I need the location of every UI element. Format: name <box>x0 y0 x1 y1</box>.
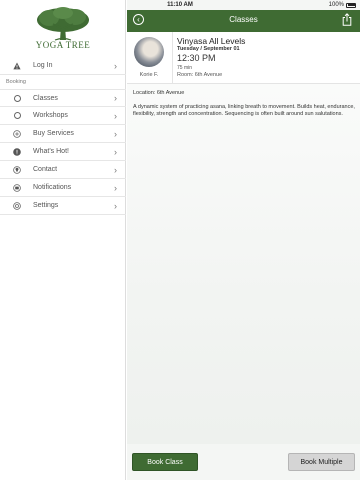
sidebar-item-buy-services[interactable]: Buy Services › <box>0 125 126 143</box>
circle-icon <box>13 94 21 102</box>
sidebar-item-label: Log In <box>33 62 53 69</box>
chevron-right-icon: › <box>114 60 117 71</box>
brand-name: YOGA TREE <box>35 40 91 50</box>
battery-icon <box>346 2 356 8</box>
sidebar-item-classes[interactable]: Classes › <box>0 89 126 107</box>
yoga-tree-logo: YOGA TREE <box>28 6 98 56</box>
sidebar-item-label: Classes <box>33 94 58 102</box>
chevron-right-icon: › <box>114 146 117 157</box>
class-room: Room: 6th Avenue <box>177 72 223 78</box>
battery-indicator: 100% <box>329 2 356 8</box>
sidebar-item-settings[interactable]: Settings › <box>0 197 126 215</box>
sidebar-item-whats-hot[interactable]: What's Hot! › <box>0 143 126 161</box>
navigation-bar: ‹ Classes <box>127 10 360 32</box>
sidebar-item-label: Notifications <box>33 184 72 191</box>
instructor-name: Korie F. <box>139 72 159 78</box>
class-description: A dynamic system of practicing asana, li… <box>133 104 355 117</box>
chevron-right-icon: › <box>114 93 117 103</box>
sidebar-item-label: Settings <box>33 202 59 209</box>
sidebar-item-label: What's Hot! <box>33 148 69 155</box>
warning-icon <box>13 62 21 70</box>
class-location: Location: 6th Avenue <box>133 90 185 96</box>
status-bar: 11:10 AM 100% <box>0 0 360 10</box>
sidebar-item-login[interactable]: Log In › <box>0 57 126 75</box>
circle-icon <box>13 112 21 120</box>
card-divider <box>172 32 173 84</box>
tree-logo-icon <box>37 7 89 41</box>
chevron-right-icon: › <box>114 164 117 175</box>
battery-percent: 100% <box>328 2 344 8</box>
plus-circle-icon <box>13 129 21 138</box>
class-description-area: Location: 6th Avenue A dynamic system of… <box>127 84 360 444</box>
class-time: 12:30 PM <box>177 53 216 63</box>
notification-icon <box>13 183 21 192</box>
sidebar-item-label: Workshops <box>33 112 68 119</box>
class-date: Tuesday / September 01 <box>177 46 240 52</box>
chevron-right-icon: › <box>114 182 117 193</box>
chevron-right-icon: › <box>114 200 117 211</box>
book-class-button[interactable]: Book Class <box>132 453 198 471</box>
location-pin-icon <box>13 165 21 174</box>
sidebar-item-label: Buy Services <box>33 130 74 137</box>
page-title: Classes <box>229 15 258 24</box>
sidebar-item-workshops[interactable]: Workshops › <box>0 107 126 125</box>
book-multiple-button[interactable]: Book Multiple <box>288 453 355 471</box>
class-duration: 75 min <box>177 65 193 71</box>
instructor-avatar <box>134 37 164 67</box>
section-label-booking: Booking <box>6 79 26 85</box>
status-time: 11:10 AM <box>167 2 193 8</box>
share-icon[interactable] <box>342 13 352 26</box>
exclamation-circle-icon <box>13 147 21 156</box>
settings-icon <box>13 201 21 210</box>
sidebar: YOGA TREE Log In › Booking Classes › Wor… <box>0 0 126 480</box>
class-detail-panel: ‹ Classes Korie F. Vinyasa All Levels Tu… <box>127 0 360 480</box>
chevron-right-icon: › <box>114 128 117 139</box>
sidebar-item-contact[interactable]: Contact › <box>0 161 126 179</box>
class-title: Vinyasa All Levels <box>177 36 246 46</box>
sidebar-item-label: Contact <box>33 166 58 173</box>
chevron-right-icon: › <box>114 110 117 121</box>
sidebar-item-notifications[interactable]: Notifications › <box>0 179 126 197</box>
class-card: Korie F. Vinyasa All Levels Tuesday / Se… <box>127 32 360 84</box>
